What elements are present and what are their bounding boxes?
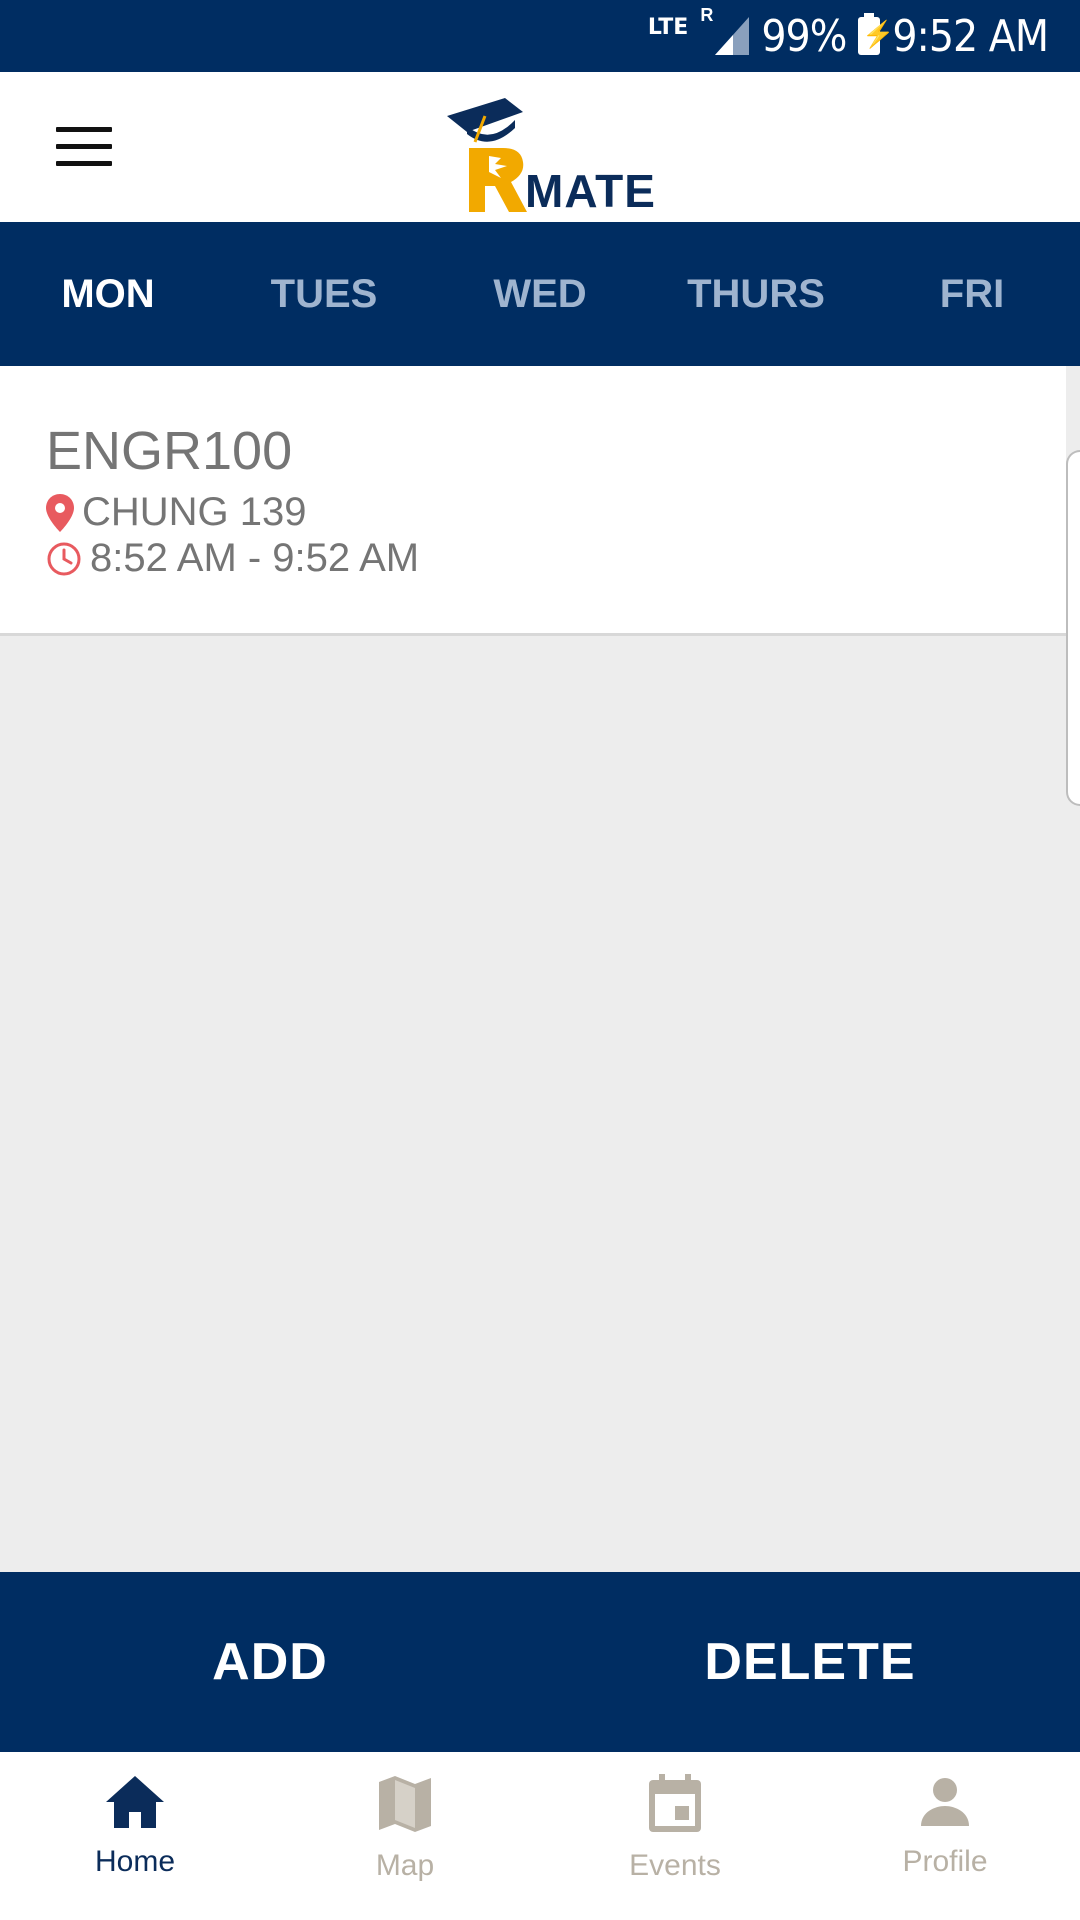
day-tabs: MON TUES WED THURS FRI bbox=[0, 222, 1080, 366]
person-icon bbox=[917, 1774, 973, 1835]
app-header: MATE bbox=[0, 72, 1080, 222]
nav-home[interactable]: Home bbox=[0, 1752, 270, 1920]
nav-events[interactable]: Events bbox=[540, 1752, 810, 1920]
map-icon bbox=[377, 1774, 433, 1839]
location-row: CHUNG 139 bbox=[46, 490, 307, 535]
battery-charging-icon: ⚡ bbox=[858, 13, 895, 55]
course-name: ENGR100 bbox=[46, 421, 293, 481]
class-location: CHUNG 139 bbox=[82, 490, 307, 534]
nav-profile[interactable]: Profile bbox=[810, 1752, 1080, 1920]
hamburger-menu-icon[interactable] bbox=[56, 127, 112, 167]
tab-tuesday[interactable]: TUES bbox=[216, 222, 432, 366]
class-card[interactable]: ENGR100 CHUNG 139 8:52 AM - 9:52 AM bbox=[0, 366, 1066, 636]
nav-events-label: Events bbox=[629, 1849, 721, 1882]
action-bar: ADD DELETE bbox=[0, 1572, 1080, 1752]
tab-friday[interactable]: FRI bbox=[864, 222, 1080, 366]
class-time: 8:52 AM - 9:52 AM bbox=[90, 536, 420, 580]
signal-icon: R bbox=[700, 5, 750, 55]
tab-monday[interactable]: MON bbox=[0, 222, 216, 366]
network-type-label: LTE bbox=[647, 15, 689, 40]
logo-wordmark: MATE bbox=[525, 165, 656, 217]
home-icon bbox=[104, 1774, 166, 1835]
nav-map[interactable]: Map bbox=[270, 1752, 540, 1920]
scroll-handle[interactable] bbox=[1066, 450, 1080, 806]
bottom-nav: Home Map Events Profile bbox=[0, 1752, 1080, 1920]
battery-percent: 99% bbox=[761, 10, 847, 62]
calendar-icon bbox=[647, 1774, 703, 1839]
map-pin-icon bbox=[46, 493, 74, 532]
clock-icon bbox=[46, 541, 82, 577]
status-bar: LTE R 99% ⚡ 9:52 AM bbox=[0, 0, 1080, 72]
status-clock: 9:52 AM bbox=[892, 10, 1049, 62]
delete-button[interactable]: DELETE bbox=[540, 1572, 1080, 1752]
tab-thursday[interactable]: THURS bbox=[648, 222, 864, 366]
app-logo: MATE bbox=[445, 86, 655, 217]
roaming-indicator: R bbox=[700, 5, 714, 25]
time-row: 8:52 AM - 9:52 AM bbox=[46, 536, 419, 581]
nav-home-label: Home bbox=[94, 1845, 176, 1878]
tab-wednesday[interactable]: WED bbox=[432, 222, 648, 366]
nav-map-label: Map bbox=[375, 1849, 435, 1882]
nav-profile-label: Profile bbox=[902, 1845, 988, 1878]
add-button[interactable]: ADD bbox=[0, 1572, 540, 1752]
